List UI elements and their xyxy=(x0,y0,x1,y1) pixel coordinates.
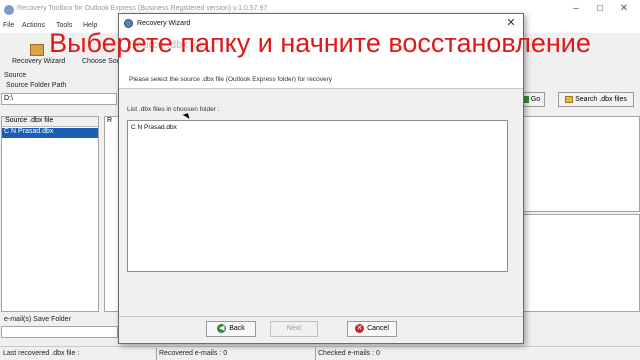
status-checked-emails: Checked e-mails : 0 xyxy=(318,350,380,357)
dbx-list-label: List .dbx files in choosen folder : xyxy=(127,106,220,113)
dialog-instruction: Please select the source .dbx file (Outl… xyxy=(129,76,333,83)
source-dbx-item[interactable]: C N Prasad.dbx xyxy=(2,128,98,138)
close-icon[interactable]: ✕ xyxy=(614,2,634,16)
cancel-x-icon: ✕ xyxy=(355,323,365,333)
r-panel: R xyxy=(104,116,119,312)
dialog-title: Recovery Wizard xyxy=(137,20,191,27)
source-folder-path-label: Source Folder Path xyxy=(6,82,67,89)
right-upper-panel xyxy=(523,116,640,212)
minimize-icon[interactable]: – xyxy=(566,2,586,16)
back-arrow-icon: ◀ xyxy=(217,323,227,333)
back-button[interactable]: ◀ Back xyxy=(206,321,256,337)
maximize-icon[interactable]: □ xyxy=(590,2,610,16)
recovery-wizard-dialog: Recovery Wizard ✕ Source .dbx file Pleas… xyxy=(118,13,524,344)
source-path-field[interactable]: D:\ xyxy=(1,93,117,105)
next-button[interactable]: Next xyxy=(270,321,318,337)
overlay-caption: Выберете папку и начните восстановление xyxy=(49,28,591,58)
folder-search-icon xyxy=(565,95,574,103)
status-recovered-emails: Recovered e-mails : 0 xyxy=(159,350,228,357)
dbx-file-item[interactable]: C N Prasad.dbx xyxy=(131,124,177,131)
recovery-wizard-button[interactable]: Recovery Wizard xyxy=(12,58,65,65)
source-group-label: Source xyxy=(4,72,27,79)
save-folder-field[interactable] xyxy=(1,326,118,338)
window-title: Recovery Toolbox for Outlook Express (Bu… xyxy=(17,5,268,12)
choose-source-button[interactable]: Choose Sou xyxy=(82,58,121,65)
dbx-file-list[interactable]: C N Prasad.dbx xyxy=(127,120,508,272)
status-bar: Last recovered .dbx file : Recovered e-m… xyxy=(0,346,640,360)
status-separator xyxy=(315,348,316,360)
search-dbx-button[interactable]: Search .dbx files xyxy=(558,92,634,107)
status-last-recovered: Last recovered .dbx file : xyxy=(3,350,80,357)
source-dbx-header: Source .dbx file xyxy=(2,117,98,127)
cancel-button[interactable]: ✕ Cancel xyxy=(347,321,397,337)
wizard-app-icon xyxy=(124,19,133,28)
right-lower-panel xyxy=(523,214,640,312)
status-separator xyxy=(156,348,157,360)
source-dbx-list[interactable]: Source .dbx file C N Prasad.dbx xyxy=(1,116,99,312)
emails-save-folder-label: e-mail(s) Save Folder xyxy=(4,316,71,323)
app-icon xyxy=(4,5,14,15)
dialog-footer-divider xyxy=(119,316,523,317)
